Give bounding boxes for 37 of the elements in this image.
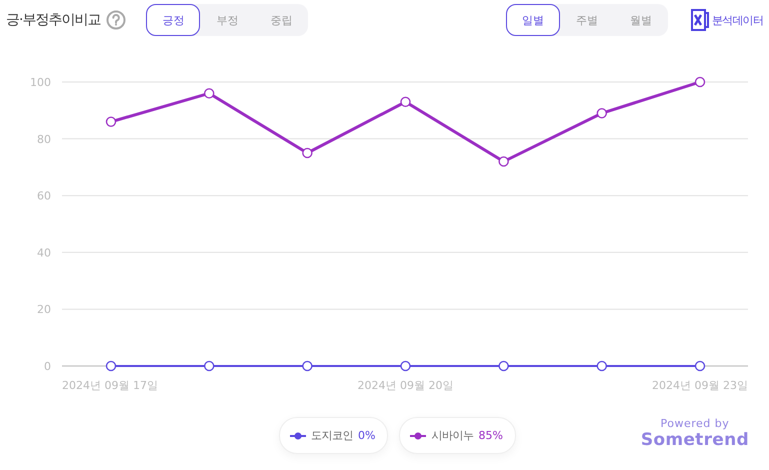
brand-logo: Sometrend	[640, 430, 749, 450]
data-point	[204, 88, 214, 98]
data-point	[694, 76, 706, 88]
data-point	[694, 360, 706, 372]
axis-label: 2024년 09월 17일	[62, 379, 158, 392]
axis-label: 2024년 09월 20일	[358, 379, 454, 392]
axis-label: 20	[37, 303, 51, 316]
export-button[interactable]: 분석데이터	[690, 9, 763, 31]
data-point	[400, 96, 411, 108]
data-point	[106, 116, 116, 127]
data-point	[498, 156, 509, 167]
data-point	[596, 108, 607, 118]
data-point	[106, 360, 116, 372]
legend-label: 도지코인	[311, 428, 353, 443]
legend-label: 시바이누	[431, 428, 474, 443]
legend-value: 85%	[478, 429, 503, 442]
axis-label: 2024년 09월 23일	[652, 379, 748, 392]
powered-by-text: Powered by	[660, 417, 730, 430]
data-point	[302, 360, 312, 372]
tab[interactable]: 일별	[506, 4, 560, 36]
data-point	[302, 148, 312, 158]
help-icon[interactable]	[106, 10, 126, 30]
data-point	[204, 360, 214, 372]
data-point	[596, 360, 607, 372]
legend-item[interactable]: 시바이누 85%	[399, 417, 516, 454]
data-point	[498, 360, 509, 372]
data-point	[400, 360, 411, 372]
axis-label: 100	[30, 76, 51, 89]
axis-label: 60	[37, 190, 51, 203]
legend-value: 0%	[358, 429, 376, 442]
axis-label: 80	[37, 132, 51, 146]
axis-label: 0	[44, 360, 51, 373]
legend-item[interactable]: 도지코인 0%	[279, 417, 388, 454]
section-title: 긍·부정추이비교	[6, 11, 100, 29]
tab[interactable]: 긍정	[146, 4, 200, 36]
spreadsheet-icon	[690, 9, 710, 31]
axis-label: 40	[37, 246, 51, 260]
